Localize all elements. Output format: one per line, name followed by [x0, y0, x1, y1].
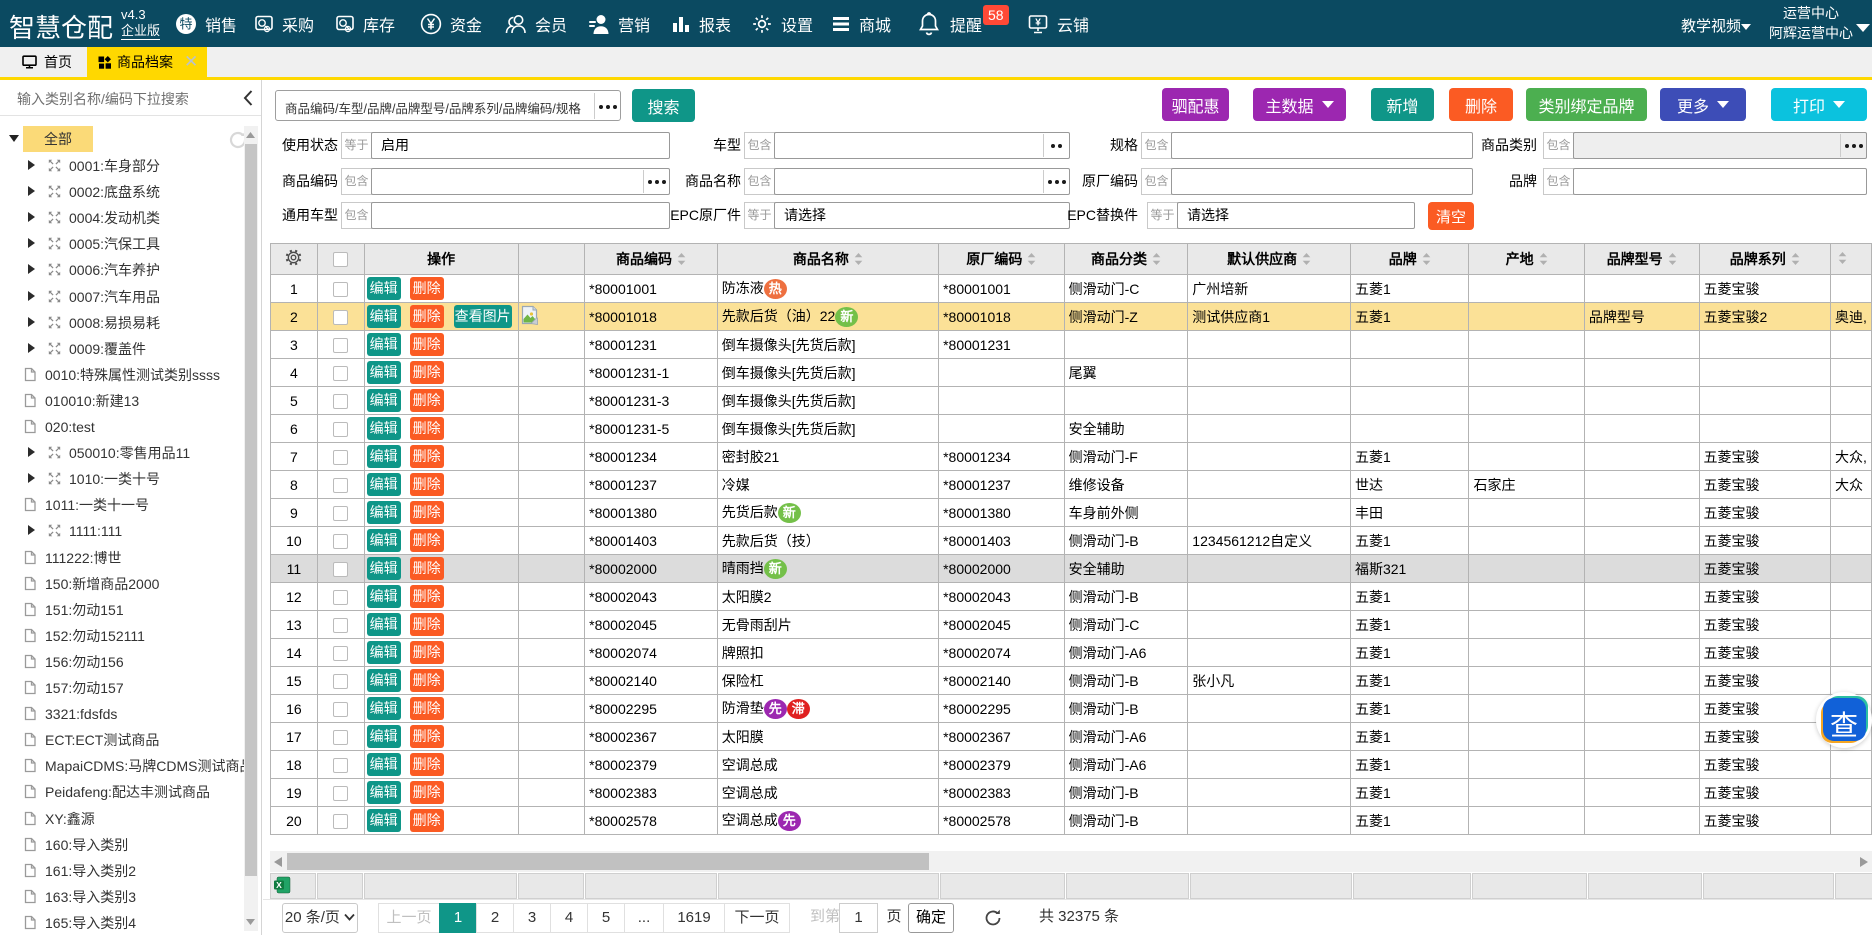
svg-text:特: 特: [179, 16, 192, 31]
svg-text:¥: ¥: [1035, 17, 1041, 28]
svg-text:X: X: [276, 880, 282, 890]
